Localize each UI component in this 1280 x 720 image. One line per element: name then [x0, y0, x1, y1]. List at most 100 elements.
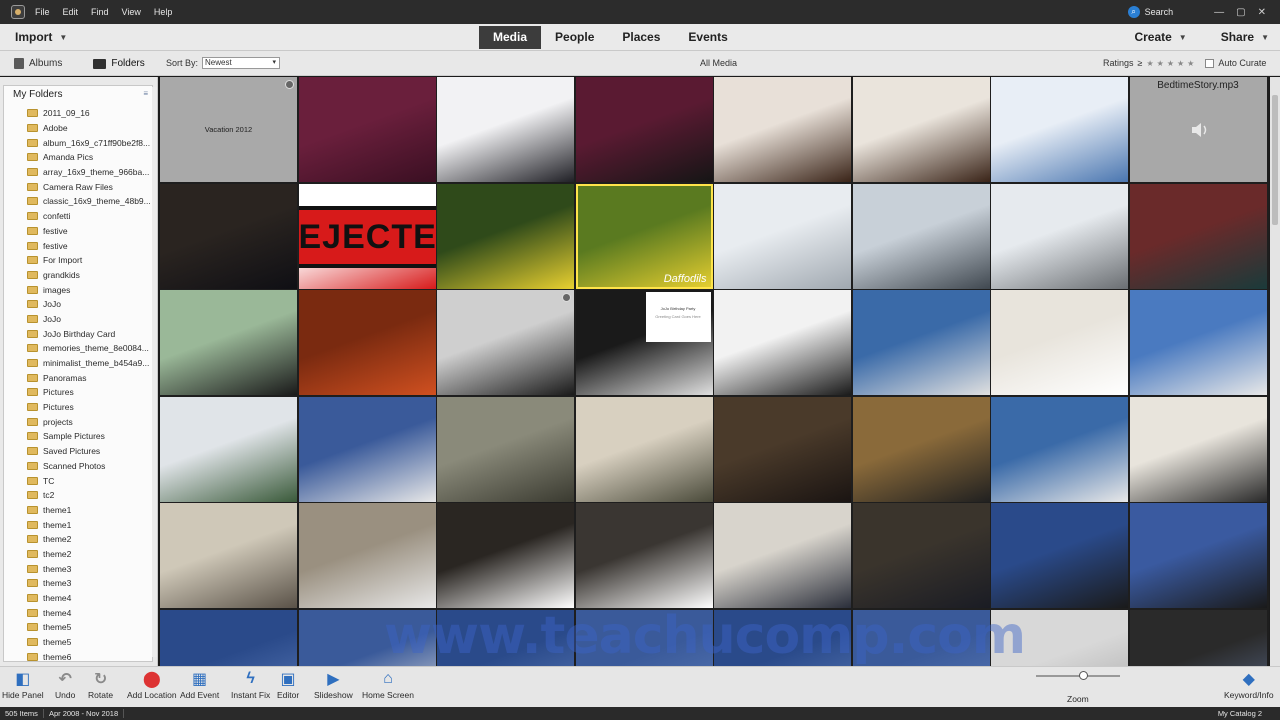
folder-item[interactable]: JoJo Birthday Card: [4, 326, 152, 341]
media-thumbnail[interactable]: [160, 290, 297, 395]
media-thumbnail[interactable]: [298, 396, 436, 502]
media-thumbnail[interactable]: [160, 609, 297, 666]
menu-find[interactable]: Find: [91, 7, 109, 17]
rotate-button[interactable]: ↻ Rotate: [88, 670, 113, 701]
media-thumbnail[interactable]: [1129, 503, 1267, 608]
menu-view[interactable]: View: [122, 7, 141, 17]
folder-item[interactable]: grandkids: [4, 268, 152, 283]
folder-item[interactable]: Pictures: [4, 385, 152, 400]
albums-tab[interactable]: Albums: [14, 58, 62, 69]
folder-item[interactable]: array_16x9_theme_966ba...: [4, 165, 152, 180]
media-thumbnail[interactable]: [298, 290, 436, 395]
media-thumbnail[interactable]: JoJo Birthday Party Greeting Card Goes He…: [575, 290, 713, 395]
media-thumbnail[interactable]: EJECTE: [298, 183, 436, 289]
media-thumbnail[interactable]: [160, 503, 297, 608]
media-thumbnail[interactable]: [714, 503, 851, 608]
folder-item[interactable]: theme1: [4, 517, 152, 532]
folder-item[interactable]: images: [4, 282, 152, 297]
folder-item[interactable]: tc2: [4, 488, 152, 503]
minimize-icon[interactable]: —: [1214, 7, 1224, 18]
undo-button[interactable]: ↶ Undo: [55, 670, 75, 701]
media-thumbnail[interactable]: [1129, 183, 1267, 289]
media-thumbnail[interactable]: [575, 77, 713, 182]
tab-people[interactable]: People: [541, 26, 608, 49]
scrollbar-thumb[interactable]: [1272, 95, 1278, 225]
folder-item[interactable]: theme6: [4, 649, 152, 661]
grid-scrollbar[interactable]: [1270, 77, 1280, 666]
media-thumbnail[interactable]: [991, 183, 1128, 289]
folder-item[interactable]: theme4: [4, 605, 152, 620]
media-thumbnail[interactable]: [991, 290, 1128, 395]
catalog-name[interactable]: My Catalog 2: [1218, 709, 1262, 718]
auto-curate-checkbox[interactable]: [1205, 58, 1215, 68]
menu-file[interactable]: File: [35, 7, 50, 17]
media-thumbnail[interactable]: [437, 183, 574, 289]
media-thumbnail[interactable]: [991, 396, 1128, 502]
sidebar-scrollbar[interactable]: [152, 87, 157, 657]
folder-item[interactable]: theme3: [4, 576, 152, 591]
folder-item[interactable]: Sample Pictures: [4, 429, 152, 444]
folder-item[interactable]: Scanned Photos: [4, 459, 152, 474]
sort-select[interactable]: Newest: [202, 57, 281, 69]
stack-icon[interactable]: [562, 293, 571, 302]
folder-item[interactable]: Camera Raw Files: [4, 179, 152, 194]
folder-item[interactable]: memories_theme_8e0084...: [4, 341, 152, 356]
folder-item[interactable]: classic_16x9_theme_48b9...: [4, 194, 152, 209]
media-thumbnail[interactable]: BedtimeStory.mp3: [1129, 77, 1267, 182]
media-thumbnail[interactable]: [852, 77, 990, 182]
keyword-info-button[interactable]: ◆ Keyword/Info: [1224, 670, 1274, 701]
stack-icon[interactable]: [285, 80, 294, 89]
folder-item[interactable]: confetti: [4, 209, 152, 224]
media-thumbnail[interactable]: [714, 183, 851, 289]
rating-stars[interactable]: ★★★★★: [1146, 59, 1197, 68]
folder-item[interactable]: Panoramas: [4, 370, 152, 385]
create-button[interactable]: Create: [1134, 30, 1171, 44]
media-thumbnail[interactable]: [991, 77, 1128, 182]
editor-button[interactable]: ▣ Editor: [277, 670, 299, 701]
media-thumbnail[interactable]: [852, 503, 990, 608]
menu-edit[interactable]: Edit: [63, 7, 79, 17]
folder-item[interactable]: Adobe: [4, 121, 152, 136]
hide-panel-button[interactable]: ◧ Hide Panel: [2, 670, 44, 701]
media-thumbnail[interactable]: [298, 503, 436, 608]
media-thumbnail[interactable]: [991, 503, 1128, 608]
maximize-icon[interactable]: ▢: [1236, 7, 1245, 18]
media-thumbnail[interactable]: [1129, 396, 1267, 502]
folder-item[interactable]: Saved Pictures: [4, 444, 152, 459]
folder-item[interactable]: Amanda Pics: [4, 150, 152, 165]
search-button[interactable]: ⌕ Search: [1127, 6, 1173, 18]
folder-item[interactable]: festive: [4, 238, 152, 253]
folder-item[interactable]: TC: [4, 473, 152, 488]
slideshow-button[interactable]: ▶ Slideshow: [314, 670, 353, 701]
media-thumbnail[interactable]: [575, 503, 713, 608]
media-thumbnail[interactable]: [298, 77, 436, 182]
folder-item[interactable]: album_16x9_c71ff90be2f8...: [4, 135, 152, 150]
media-thumbnail[interactable]: [160, 183, 297, 289]
folders-tab[interactable]: Folders: [93, 58, 145, 69]
zoom-slider-handle[interactable]: [1079, 671, 1089, 680]
folder-item[interactable]: theme4: [4, 591, 152, 606]
close-icon[interactable]: ✕: [1258, 7, 1266, 18]
media-thumbnail[interactable]: [714, 77, 851, 182]
media-thumbnail[interactable]: [852, 183, 990, 289]
home-screen-button[interactable]: ⌂ Home Screen: [362, 670, 414, 701]
tab-places[interactable]: Places: [608, 26, 674, 49]
share-button[interactable]: Share: [1221, 30, 1254, 44]
tab-media[interactable]: Media: [479, 26, 542, 49]
media-thumbnail[interactable]: [437, 77, 574, 182]
menu-help[interactable]: Help: [154, 7, 173, 17]
tab-events[interactable]: Events: [674, 26, 741, 49]
media-thumbnail[interactable]: [852, 396, 990, 502]
media-thumbnail[interactable]: [437, 503, 574, 608]
folder-item[interactable]: Pictures: [4, 400, 152, 415]
media-thumbnail[interactable]: Vacation 2012: [160, 77, 297, 182]
media-thumbnail[interactable]: [1129, 290, 1267, 395]
media-thumbnail[interactable]: [714, 396, 851, 502]
instant-fix-button[interactable]: ϟ Instant Fix: [231, 670, 270, 701]
panel-menu-icon[interactable]: ≡: [143, 89, 148, 106]
folder-item[interactable]: theme2: [4, 532, 152, 547]
media-thumbnail[interactable]: [1129, 609, 1267, 666]
ratings-operator[interactable]: ≥: [1138, 58, 1143, 68]
folder-item[interactable]: JoJo: [4, 297, 152, 312]
zoom-slider[interactable]: [1036, 671, 1120, 680]
